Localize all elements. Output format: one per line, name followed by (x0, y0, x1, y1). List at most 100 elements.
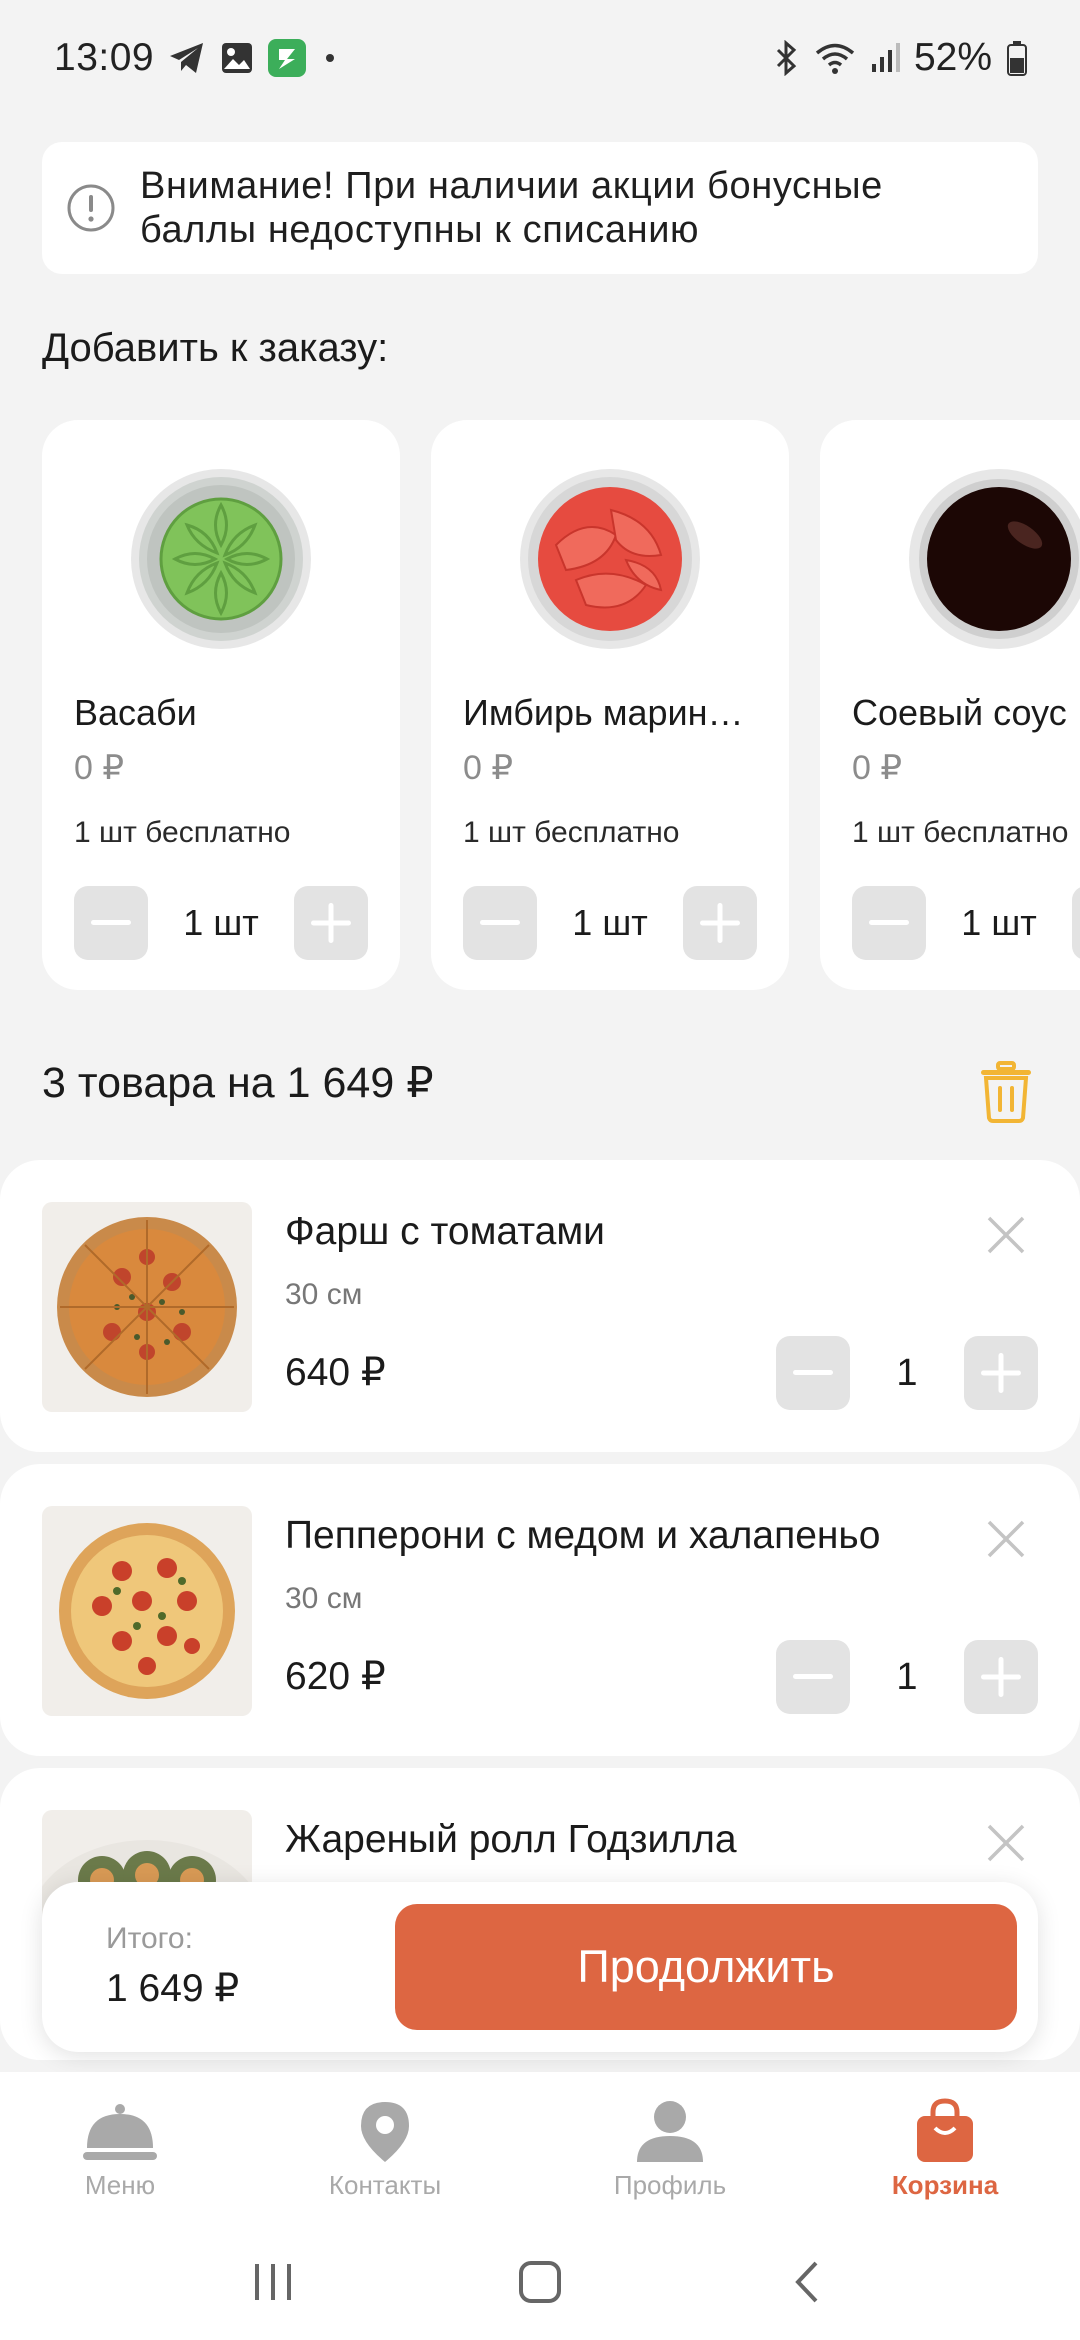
nav-label: Корзина (891, 2170, 999, 2200)
status-bar: 13:09 52% (0, 0, 1080, 115)
addons-carousel[interactable]: Васаби 0 ₽ 1 шт бесплатно 1 шт Имбирь ма… (42, 420, 1080, 990)
addon-note: 1 шт бесплатно (852, 816, 1069, 849)
pizza-image (42, 1202, 252, 1412)
battery-percent: 52% (913, 35, 992, 79)
nav-label: Меню (84, 2170, 156, 2200)
status-right: 52% (772, 36, 1028, 80)
plus-icon (981, 1353, 1021, 1393)
increase-button[interactable] (1072, 886, 1080, 960)
home-button[interactable] (495, 2247, 585, 2317)
person-icon (635, 2094, 705, 2164)
total-label: Итого: (106, 1922, 193, 1955)
addon-stepper: 1 шт (852, 886, 1080, 960)
signal-icon (870, 42, 900, 74)
item-price: 640 ₽ (285, 1351, 386, 1394)
increase-button[interactable] (683, 886, 757, 960)
info-icon (66, 183, 116, 233)
cloche-icon (83, 2094, 157, 2164)
decrease-button[interactable] (852, 886, 926, 960)
back-button[interactable] (762, 2247, 852, 2317)
gallery-icon (220, 41, 254, 75)
addon-price: 0 ₽ (74, 749, 124, 787)
recent-apps-icon (255, 2264, 292, 2300)
notice-line-1: Внимание! При наличии акции бонусные (140, 165, 883, 207)
item-price: 620 ₽ (285, 1655, 386, 1698)
item-name: Жареный ролл Годзилла (285, 1818, 737, 1861)
clear-cart-button[interactable] (978, 1060, 1034, 1124)
telegram-icon (168, 41, 206, 75)
minus-icon (793, 1370, 833, 1375)
item-quantity: 1 (896, 1351, 918, 1394)
nav-item-cart[interactable]: Корзина (810, 2072, 1080, 2224)
wasabi-image (127, 465, 315, 653)
decrease-button[interactable] (776, 1336, 850, 1410)
battery-icon (1006, 40, 1028, 76)
app-icon (268, 38, 307, 77)
addon-name: Соевый соус (852, 692, 1067, 733)
notice-text: Внимание! При наличии акции бонусные бал… (140, 164, 883, 252)
plus-icon (700, 903, 740, 943)
addon-quantity: 1 шт (961, 902, 1037, 943)
nav-label: Контакты (328, 2170, 442, 2200)
checkout-bar: Итого: 1 649 ₽ Продолжить (42, 1882, 1038, 2052)
decrease-button[interactable] (74, 886, 148, 960)
addon-quantity: 1 шт (572, 902, 648, 943)
nav-item-contacts[interactable]: Контакты (240, 2072, 530, 2224)
bottom-nav: Меню Контакты Профиль Корзина (0, 2072, 1080, 2224)
addon-card-wasabi[interactable]: Васаби 0 ₽ 1 шт бесплатно 1 шт (42, 420, 400, 990)
quantity-stepper: 1 (776, 1640, 1038, 1714)
plus-icon (981, 1657, 1021, 1697)
soy-sauce-image (905, 465, 1080, 653)
minus-icon (480, 920, 520, 925)
total-value: 1 649 ₽ (106, 1967, 240, 2010)
item-size: 30 см (285, 1582, 363, 1615)
nav-item-profile[interactable]: Профиль (530, 2072, 810, 2224)
home-icon (518, 2261, 561, 2303)
increase-button[interactable] (964, 1336, 1038, 1410)
quantity-stepper: 1 (776, 1336, 1038, 1410)
dot-icon (320, 48, 340, 68)
addons-title: Добавить к заказу: (42, 326, 389, 370)
addon-card-soy-sauce[interactable]: Соевый соус 0 ₽ 1 шт бесплатно 1 шт (820, 420, 1080, 990)
minus-icon (793, 1674, 833, 1679)
plus-icon (311, 903, 351, 943)
close-icon (987, 1216, 1025, 1254)
recent-apps-button[interactable] (228, 2247, 318, 2317)
item-name: Фарш с томатами (285, 1210, 605, 1253)
increase-button[interactable] (294, 886, 368, 960)
shopping-bag-icon (915, 2094, 975, 2164)
addon-price: 0 ₽ (852, 749, 902, 787)
remove-item-button[interactable] (985, 1214, 1027, 1256)
decrease-button[interactable] (463, 886, 537, 960)
increase-button[interactable] (964, 1640, 1038, 1714)
item-size: 30 см (285, 1278, 363, 1311)
minus-icon (869, 920, 909, 925)
addon-price: 0 ₽ (463, 749, 513, 787)
remove-item-button[interactable] (985, 1822, 1027, 1864)
nav-item-menu[interactable]: Меню (0, 2072, 240, 2224)
location-pin-icon (359, 2094, 411, 2164)
close-icon (987, 1520, 1025, 1558)
close-icon (987, 1824, 1025, 1862)
back-icon (794, 2261, 818, 2303)
status-time: 13:09 (54, 35, 155, 79)
addon-note: 1 шт бесплатно (74, 816, 291, 849)
status-left: 13:09 (54, 36, 340, 80)
addon-card-ginger[interactable]: Имбирь марин… 0 ₽ 1 шт бесплатно 1 шт (431, 420, 789, 990)
continue-button[interactable]: Продолжить (395, 1904, 1017, 2030)
ginger-image (516, 465, 704, 653)
cart-item[interactable]: Пепперони с медом и халапеньо 30 см 620 … (0, 1464, 1080, 1756)
addon-quantity: 1 шт (183, 902, 259, 943)
wifi-icon (814, 41, 856, 75)
item-quantity: 1 (896, 1655, 918, 1698)
addon-name: Васаби (74, 692, 197, 733)
addon-note: 1 шт бесплатно (463, 816, 680, 849)
remove-item-button[interactable] (985, 1518, 1027, 1560)
cart-item[interactable]: Фарш с томатами 30 см 640 ₽ 1 (0, 1160, 1080, 1452)
addon-stepper: 1 шт (463, 886, 757, 960)
decrease-button[interactable] (776, 1640, 850, 1714)
nav-label: Профиль (613, 2170, 727, 2200)
cart-summary: 3 товара на 1 649 ₽ (42, 1059, 434, 1107)
item-name: Пепперони с медом и халапеньо (285, 1514, 881, 1557)
promo-notice: Внимание! При наличии акции бонусные бал… (42, 142, 1038, 274)
